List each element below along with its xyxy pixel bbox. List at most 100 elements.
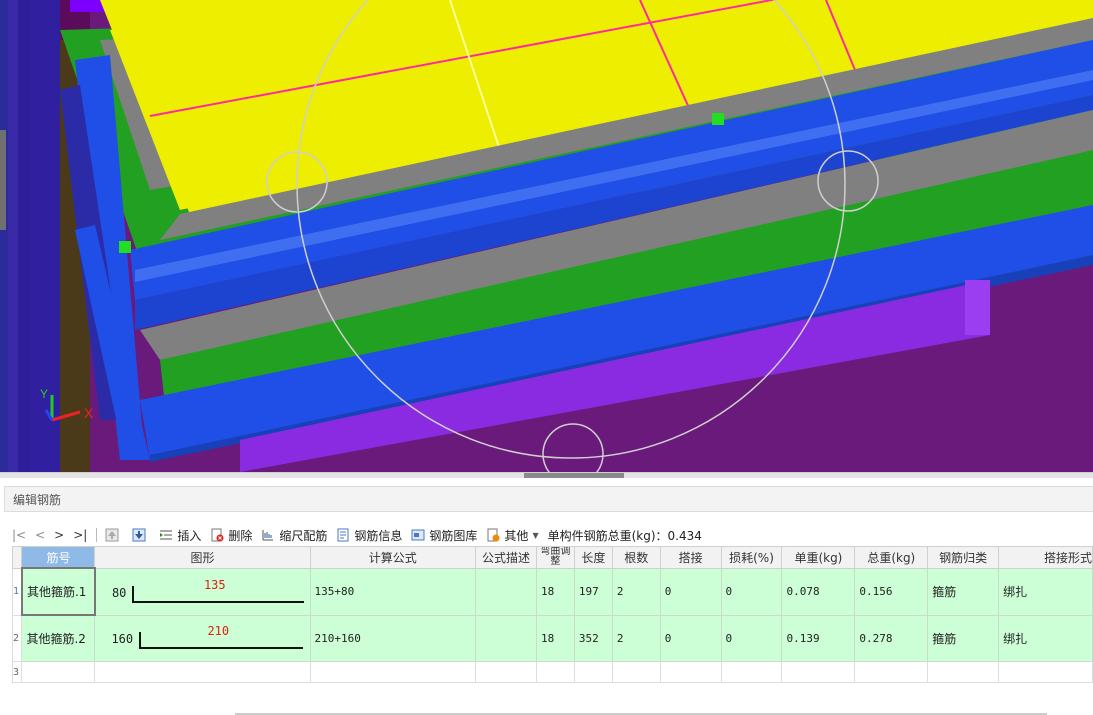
header-bar-number[interactable]: 筋号: [21, 546, 96, 569]
delete-label: 删除: [228, 528, 253, 543]
scale-rebar-button[interactable]: 缩尺配筋: [261, 527, 327, 544]
total-weight-cell[interactable]: 0.156: [854, 567, 929, 616]
chevron-down-icon: ▼: [532, 530, 539, 540]
library-icon: [411, 529, 425, 541]
header-unit-weight[interactable]: 单重(kg): [781, 546, 856, 569]
table-header-row: 筋号 图形 计算公式 公式描述 弯曲调整 长度 根数 搭接 损耗(%) 单重(k…: [11, 546, 1093, 569]
move-up-button[interactable]: [105, 528, 123, 542]
header-bend-adjust[interactable]: 弯曲调整: [535, 546, 575, 569]
empty-cell[interactable]: [781, 661, 856, 683]
formula-cell[interactable]: 210+160: [309, 614, 477, 662]
header-length[interactable]: 长度: [573, 546, 613, 569]
shape-horizontal-leg: [131, 600, 304, 603]
header-count[interactable]: 根数: [611, 546, 661, 569]
empty-cell[interactable]: [720, 661, 783, 683]
table-row[interactable]: 1 其他箍筋.1 80 135 135+80 18 197 2 0 0 0.07…: [11, 567, 1093, 616]
move-down-icon: [132, 528, 146, 542]
loss-cell[interactable]: 0: [720, 614, 783, 662]
category-cell[interactable]: 箍筋: [927, 567, 1000, 616]
row-number[interactable]: 2: [11, 614, 23, 662]
lap-type-cell[interactable]: 绑扎: [998, 567, 1093, 616]
length-cell[interactable]: 352: [573, 614, 613, 662]
lap-type-cell[interactable]: 绑扎: [998, 614, 1093, 662]
empty-cell[interactable]: [94, 661, 311, 683]
bend-adjust-cell[interactable]: 18: [535, 567, 575, 616]
header-category[interactable]: 钢筋归类: [927, 546, 1000, 569]
total-weight-readout: 单构件钢筋总重(kg)：0.434: [547, 528, 702, 543]
nav-last-button[interactable]: >|: [73, 528, 87, 542]
header-formula-desc[interactable]: 公式描述: [475, 546, 537, 569]
empty-cell[interactable]: [998, 661, 1093, 683]
insert-icon: [160, 530, 173, 540]
other-dropdown[interactable]: 其他 ▼: [486, 527, 539, 544]
header-lap-type[interactable]: 搭接形式: [998, 546, 1093, 569]
lap-cell[interactable]: 0: [659, 614, 722, 662]
scale-rebar-label: 缩尺配筋: [279, 528, 328, 543]
delete-button[interactable]: 删除: [210, 527, 252, 544]
row-number[interactable]: 3: [11, 661, 23, 683]
axis-x-label: X: [84, 405, 94, 421]
shape-top-value: 210: [207, 624, 230, 639]
rebar-info-button[interactable]: 钢筋信息: [336, 527, 402, 544]
empty-cell[interactable]: [854, 661, 929, 683]
lap-cell[interactable]: 0: [659, 567, 722, 616]
bar-number-cell[interactable]: 其他箍筋.1: [20, 567, 96, 616]
shape-left-value: 80: [111, 585, 127, 600]
shape-cell[interactable]: 80 135: [94, 567, 311, 616]
empty-cell[interactable]: [475, 661, 537, 683]
delete-icon: [211, 528, 224, 542]
total-weight-cell[interactable]: 0.278: [854, 614, 929, 662]
bar-number-cell[interactable]: 其他箍筋.2: [21, 614, 96, 662]
empty-cell[interactable]: [535, 661, 575, 683]
table-row-empty[interactable]: 3: [11, 661, 1093, 683]
header-lap[interactable]: 搭接: [659, 546, 722, 569]
empty-cell[interactable]: [21, 661, 96, 683]
header-loss[interactable]: 损耗(%): [720, 546, 783, 569]
unit-weight-cell[interactable]: 0.078: [781, 567, 856, 616]
shape-cell[interactable]: 160 210: [94, 614, 311, 662]
category-cell[interactable]: 箍筋: [927, 614, 1000, 662]
other-icon: [487, 528, 500, 542]
header-formula[interactable]: 计算公式: [309, 546, 477, 569]
nav-prev-button[interactable]: <: [35, 528, 45, 542]
empty-cell[interactable]: [927, 661, 1000, 683]
move-up-icon: [105, 528, 119, 542]
unit-weight-cell[interactable]: 0.139: [781, 614, 856, 662]
3d-viewport[interactable]: X Y: [0, 0, 1093, 472]
nav-first-button[interactable]: |<: [12, 528, 26, 542]
move-down-button[interactable]: [132, 528, 150, 542]
empty-cell[interactable]: [659, 661, 722, 683]
header-corner: [11, 546, 23, 569]
empty-cell[interactable]: [573, 661, 613, 683]
loss-cell[interactable]: 0: [720, 567, 783, 616]
rebar-library-label: 钢筋图库: [429, 528, 478, 543]
3d-model-view[interactable]: X Y: [0, 0, 1093, 472]
formula-desc-cell[interactable]: [475, 567, 537, 616]
count-cell[interactable]: 2: [611, 567, 661, 616]
count-cell[interactable]: 2: [611, 614, 661, 662]
header-total-weight[interactable]: 总重(kg): [854, 546, 929, 569]
rebar-shape: 80 135: [100, 570, 306, 614]
formula-cell[interactable]: 135+80: [309, 567, 477, 616]
other-label: 其他: [504, 528, 529, 543]
nav-next-button[interactable]: >: [54, 528, 64, 542]
empty-cell[interactable]: [611, 661, 661, 683]
document-icon: [337, 528, 349, 542]
row-number[interactable]: 1: [11, 567, 23, 616]
formula-desc-cell[interactable]: [475, 614, 537, 662]
rebar-info-label: 钢筋信息: [354, 528, 403, 543]
rebar-table: 筋号 图形 计算公式 公式描述 弯曲调整 长度 根数 搭接 损耗(%) 单重(k…: [11, 546, 1093, 683]
shape-horizontal-leg: [139, 647, 304, 650]
panel-title: 编辑钢筋: [13, 493, 62, 507]
insert-button[interactable]: 插入: [159, 527, 201, 544]
empty-cell[interactable]: [309, 661, 477, 683]
rebar-shape: 160 210: [99, 616, 305, 660]
bend-adjust-cell[interactable]: 18: [535, 614, 575, 662]
rebar-library-button[interactable]: 钢筋图库: [411, 527, 477, 544]
rebar-toolbar: |< < > >| 插入 删除 缩尺配筋 钢筋信息 钢筋图库 其他 ▼ 单构件钢…: [12, 524, 1093, 546]
toolbar-separator: [96, 528, 98, 542]
table-row[interactable]: 2 其他箍筋.2 160 210 210+160 18 352 2 0 0 0.…: [11, 614, 1093, 662]
header-shape[interactable]: 图形: [94, 546, 311, 569]
length-cell[interactable]: 197: [573, 567, 613, 616]
edit-rebar-panel: 编辑钢筋 |< < > >| 插入 删除 缩尺配筋 钢筋信息 钢筋图库 其他 ▼…: [0, 478, 1093, 715]
